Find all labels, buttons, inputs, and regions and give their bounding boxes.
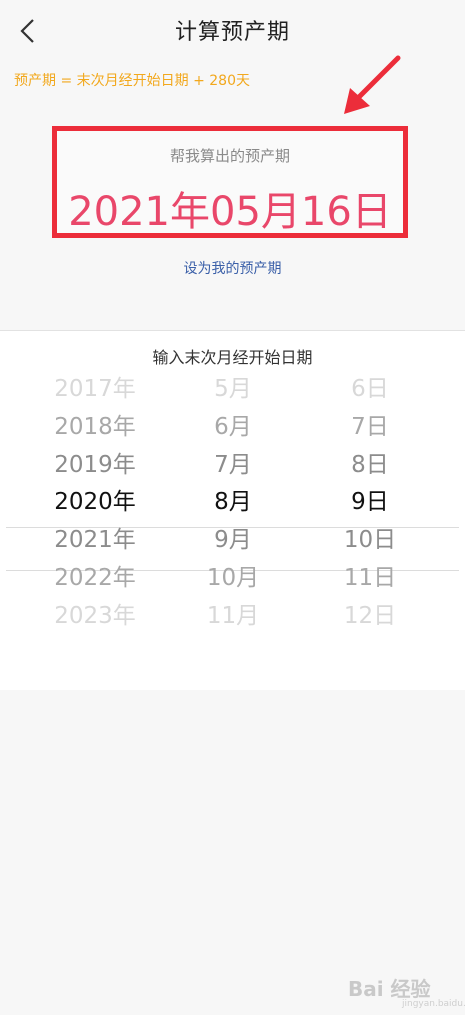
month-option[interactable]: 5月	[168, 371, 298, 407]
year-option[interactable]: 2022年	[30, 560, 160, 596]
day-option[interactable]: 10日	[300, 522, 440, 558]
day-option[interactable]: 11日	[300, 560, 440, 596]
month-option[interactable]: 9月	[168, 522, 298, 558]
year-option[interactable]: 2017年	[30, 371, 160, 407]
page-title: 计算预产期	[174, 20, 290, 45]
day-option-selected[interactable]: 9日	[300, 484, 440, 520]
month-wheel[interactable]: 5月 6月 7月 8月 9月 10月 11月	[168, 375, 298, 635]
day-option[interactable]: 12日	[300, 598, 440, 634]
annotation-arrow-icon	[344, 55, 401, 114]
day-wheel[interactable]: 6日 7日 8日 9日 10日 11日 12日	[300, 375, 440, 635]
due-date-value: 2021年05月16日	[68, 189, 392, 235]
year-option[interactable]: 2023年	[30, 598, 160, 634]
date-picker: 2017年 2018年 2019年 2020年 2021年 2022年 2023年 5月 6月…	[0, 375, 465, 635]
day-option[interactable]: 6日	[300, 371, 440, 407]
year-option[interactable]: 2021年	[30, 522, 160, 558]
date-picker-panel: 输入末次月经开始日期 2017年 2018年 2019年 2020年 2021年 2022…	[0, 331, 465, 1009]
watermark-brand: Bai 经验	[348, 977, 431, 1001]
month-option[interactable]: 11月	[168, 598, 298, 634]
month-option[interactable]: 10月	[168, 560, 298, 596]
formula-text: 预产期 = 末次月经开始日期 + 280天	[14, 73, 250, 89]
set-as-my-due-date-link[interactable]: 设为我的预产期	[0, 258, 465, 278]
day-option[interactable]: 8日	[300, 447, 440, 483]
year-option-selected[interactable]: 2020年	[30, 484, 160, 520]
year-option[interactable]: 2019年	[30, 447, 160, 483]
month-option[interactable]: 7月	[168, 447, 298, 483]
result-highlight-box: 帮我算出的预产期 2021年05月16日	[52, 126, 408, 238]
year-wheel[interactable]: 2017年 2018年 2019年 2020年 2021年 2022年 2023年	[30, 375, 160, 635]
day-option[interactable]: 7日	[300, 409, 440, 445]
month-option[interactable]: 6月	[168, 409, 298, 445]
picker-title: 输入末次月经开始日期	[152, 348, 313, 367]
watermark-url: jingyan.baidu.com	[402, 999, 465, 1009]
year-option[interactable]: 2018年	[30, 409, 160, 445]
month-option-selected[interactable]: 8月	[168, 484, 298, 520]
result-caption: 帮我算出的预产期	[169, 147, 290, 165]
watermark-logo: Bai 经验 jingyan.baidu.com	[330, 971, 465, 1015]
